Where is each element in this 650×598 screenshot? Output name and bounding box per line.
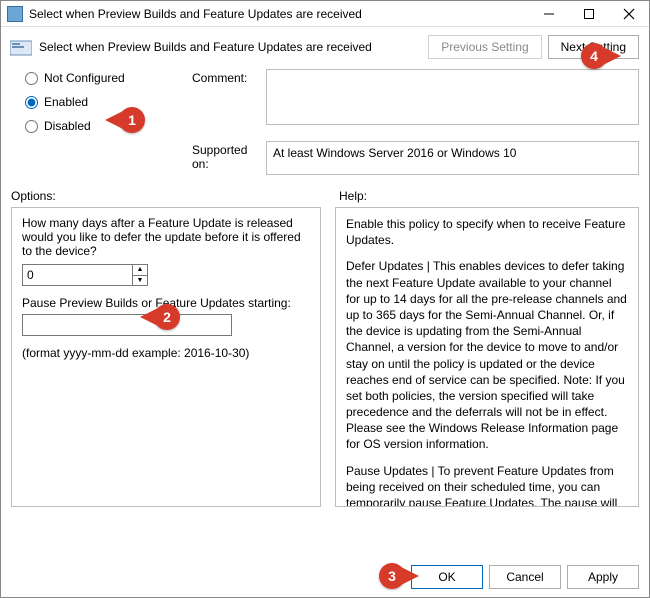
header-subtitle: Select when Preview Builds and Feature U…: [39, 40, 422, 54]
dialog-buttons: OK Cancel Apply: [411, 565, 639, 589]
radio-enabled[interactable]: Enabled: [25, 95, 190, 109]
defer-days-input[interactable]: [22, 264, 132, 286]
apply-button[interactable]: Apply: [567, 565, 639, 589]
state-comment-grid: Not Configured Enabled Disabled Comment:: [1, 63, 649, 133]
panes: How many days after a Feature Update is …: [1, 207, 649, 507]
spinner-down-icon[interactable]: ▼: [133, 276, 147, 286]
radio-enabled-input[interactable]: [25, 96, 38, 109]
spinner-up-icon[interactable]: ▲: [133, 265, 147, 276]
options-label: Options:: [11, 189, 321, 203]
options-pane: How many days after a Feature Update is …: [11, 207, 321, 507]
help-paragraph: Pause Updates | To prevent Feature Updat…: [346, 463, 628, 507]
help-pane: Enable this policy to specify when to re…: [335, 207, 639, 507]
state-radios: Not Configured Enabled Disabled: [25, 69, 190, 133]
supported-on-label: Supported on:: [192, 141, 264, 171]
radio-enabled-label: Enabled: [44, 95, 88, 109]
window-title: Select when Preview Builds and Feature U…: [29, 7, 529, 21]
ok-button[interactable]: OK: [411, 565, 483, 589]
window-buttons: [529, 1, 649, 26]
radio-not-configured-input[interactable]: [25, 72, 38, 85]
help-paragraph: Enable this policy to specify when to re…: [346, 216, 628, 248]
section-labels: Options: Help:: [1, 175, 649, 207]
help-label: Help:: [339, 189, 367, 203]
previous-setting-button[interactable]: Previous Setting: [428, 35, 541, 59]
policy-header-icon: [9, 37, 33, 57]
defer-days-spinner[interactable]: ▲ ▼: [132, 264, 148, 286]
pause-date-input[interactable]: [22, 314, 232, 336]
supported-row: Supported on: At least Windows Server 20…: [1, 133, 649, 175]
radio-not-configured-label: Not Configured: [44, 71, 125, 85]
titlebar: Select when Preview Builds and Feature U…: [1, 1, 649, 27]
supported-on-value: At least Windows Server 2016 or Windows …: [266, 141, 639, 175]
header-row: Select when Preview Builds and Feature U…: [1, 27, 649, 63]
cancel-button[interactable]: Cancel: [489, 565, 561, 589]
next-setting-button[interactable]: Next Setting: [548, 35, 639, 59]
radio-disabled-label: Disabled: [44, 119, 91, 133]
maximize-button[interactable]: [569, 1, 609, 26]
format-hint: (format yyyy-mm-dd example: 2016-10-30): [22, 346, 310, 360]
comment-label: Comment:: [192, 69, 264, 85]
comment-textarea[interactable]: [266, 69, 639, 125]
help-paragraph: Defer Updates | This enables devices to …: [346, 258, 628, 452]
radio-disabled-input[interactable]: [25, 120, 38, 133]
annotation-3: 3: [379, 563, 405, 589]
radio-disabled[interactable]: Disabled: [25, 119, 190, 133]
close-button[interactable]: [609, 1, 649, 26]
pause-label: Pause Preview Builds or Feature Updates …: [22, 296, 310, 310]
radio-not-configured[interactable]: Not Configured: [25, 71, 190, 85]
policy-icon: [7, 6, 23, 22]
defer-days-control: ▲ ▼: [22, 264, 310, 286]
minimize-button[interactable]: [529, 1, 569, 26]
defer-question: How many days after a Feature Update is …: [22, 216, 310, 258]
